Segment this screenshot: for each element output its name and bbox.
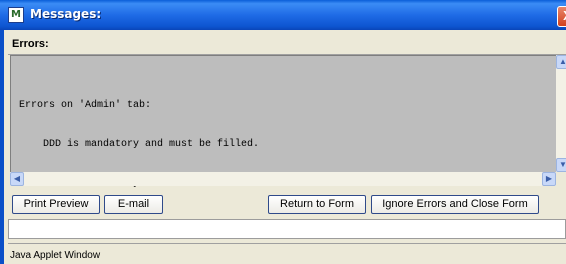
print-preview-button[interactable]: Print Preview [12,195,100,214]
status-text: Java Applet Window [10,250,101,261]
message-line: DDD is mandatory and must be filled. [19,139,260,150]
title-bar[interactable]: M Messages: X [0,0,566,30]
empty-field [8,219,566,239]
ignore-errors-close-button[interactable]: Ignore Errors and Close Form [371,195,539,214]
chevron-right-icon[interactable]: ▶ [542,172,556,186]
horizontal-scrollbar[interactable]: ◀ ▶ [10,172,556,186]
status-bar: Java Applet Window [8,243,566,264]
chevron-left-icon[interactable]: ◀ [10,172,24,186]
message-line: Errors on 'Admin' tab: [19,100,152,111]
return-to-form-button[interactable]: Return to Form [268,195,366,214]
email-button[interactable]: E-mail [104,195,163,214]
close-button[interactable]: X [557,6,566,27]
window-title: Messages: [30,7,102,21]
error-messages-area[interactable]: Errors on 'Admin' tab: DDD is mandatory … [10,55,556,189]
errors-label: Errors: [12,38,49,50]
window-frame [0,30,4,264]
chevron-up-icon[interactable]: ▲ [556,55,566,69]
chevron-down-icon[interactable]: ▼ [556,158,566,172]
java-app-icon: M [8,7,24,23]
vertical-scrollbar[interactable]: ▲ ▼ [556,55,566,172]
